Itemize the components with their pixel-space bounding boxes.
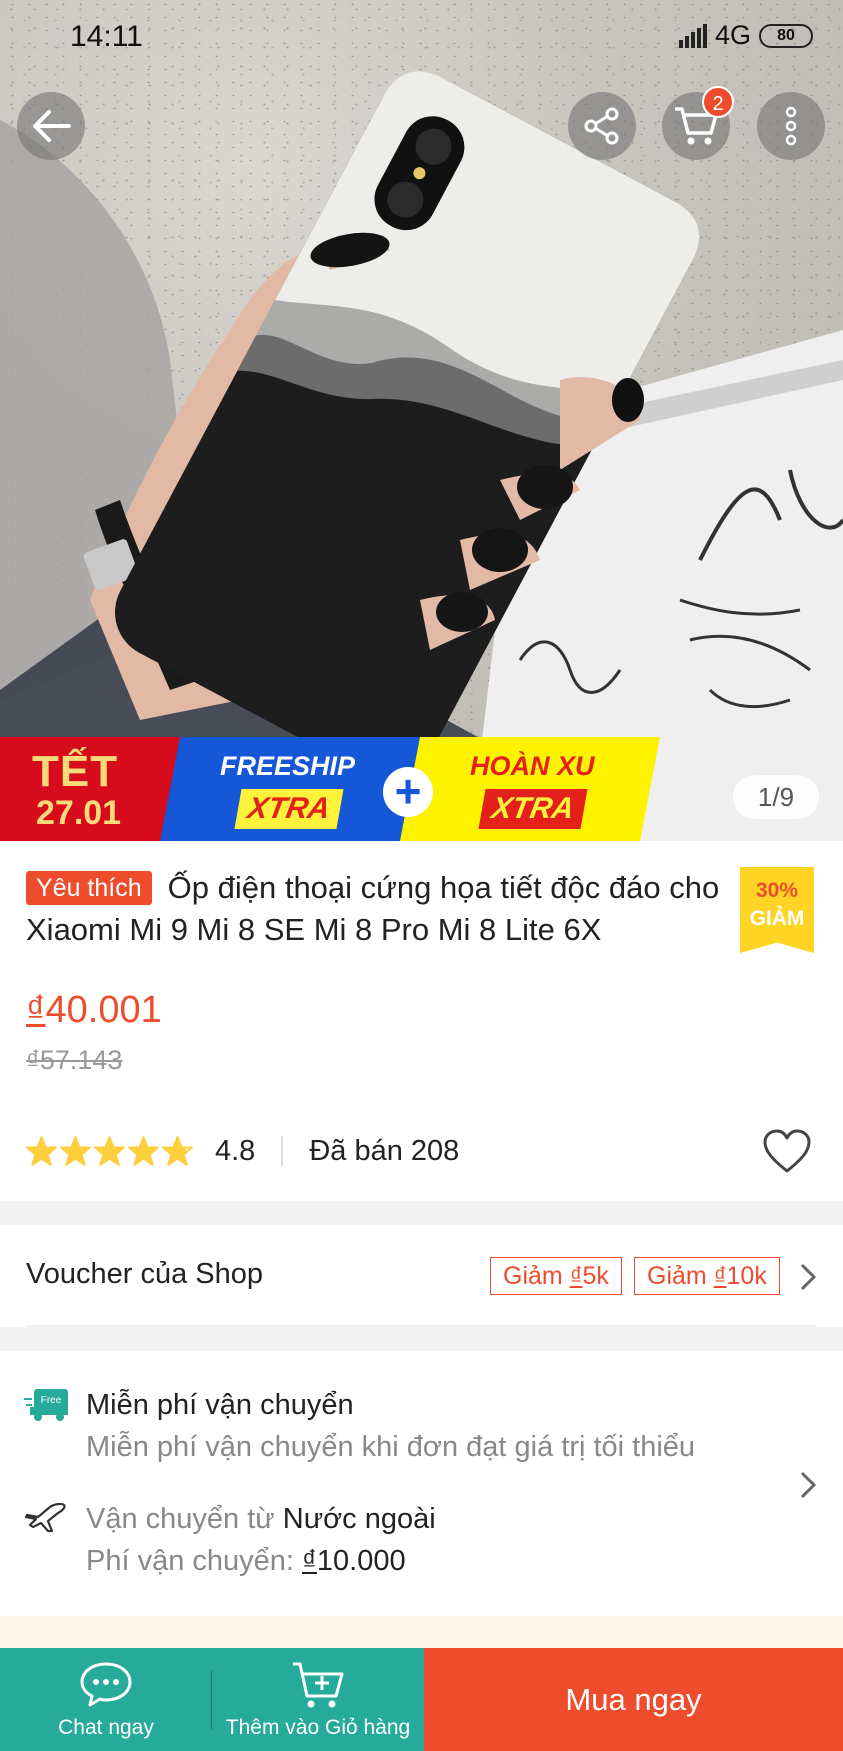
tet-date: 27.01 xyxy=(36,794,122,832)
product-info: Yêu thích Ốp điện thoại cứng họa tiết độc… xyxy=(0,841,843,1201)
shop-voucher-row[interactable]: Voucher của Shop Giảm ₫5k Giảm ₫10k xyxy=(0,1225,843,1325)
heart-icon xyxy=(763,1129,811,1173)
hoanxu-promo: HOÀN XU XTRA xyxy=(400,737,660,841)
free-shipping-truck-icon: Free xyxy=(24,1389,68,1421)
network-type: 4G xyxy=(714,20,751,50)
shipping-fee-value: 10.000 xyxy=(316,1545,406,1577)
voucher-tag[interactable]: Giảm ₫10k xyxy=(634,1257,780,1295)
product-title-block: Yêu thích Ốp điện thoại cứng họa tiết độc… xyxy=(26,867,734,951)
ship-from-label: Vận chuyển từ xyxy=(86,1503,283,1535)
rating-divider xyxy=(281,1136,284,1166)
tet-title: TẾT xyxy=(32,747,119,796)
ship-from: Vận chuyển từ Nước ngoài xyxy=(86,1503,436,1536)
voucher-tag-amount: 10k xyxy=(726,1262,767,1290)
voucher-tag-amount: 5k xyxy=(582,1262,609,1290)
cart-count-badge: 2 xyxy=(702,86,734,118)
free-badge-text: Free xyxy=(41,1395,62,1406)
voucher-label: Voucher của Shop xyxy=(26,1258,264,1290)
chat-bubble-icon xyxy=(80,1662,132,1707)
back-button[interactable] xyxy=(17,92,85,160)
section-gap xyxy=(0,1201,843,1225)
share-icon xyxy=(584,107,619,145)
shipping-fee: Phí vận chuyển: ₫10.000 xyxy=(86,1545,406,1578)
favorite-button[interactable] xyxy=(762,1129,812,1180)
add-to-cart-label: Thêm vào Giỏ hàng xyxy=(225,1716,411,1739)
bottom-action-bar: Chat ngay Thêm vào Giỏ hàng Mua ngay xyxy=(0,1648,843,1751)
star-icon xyxy=(26,1136,57,1166)
price-currency: ₫ xyxy=(26,989,46,1031)
more-vertical-icon xyxy=(785,106,797,146)
shipping-section[interactable]: Free Miễn phí vận chuyển Miễn phí vận ch… xyxy=(0,1351,843,1616)
signal-icon xyxy=(678,23,707,48)
ship-from-value: Nước ngoài xyxy=(282,1503,436,1535)
shipping-fee-currency: ₫ xyxy=(302,1545,317,1577)
freeship-label: FREESHIP xyxy=(220,751,356,781)
voucher-tag-prefix: Giảm xyxy=(647,1262,714,1290)
product-page: 14:11 4G 80 2 TẾT 27.01 FREESHIP XTRA HO… xyxy=(0,0,843,1751)
chat-now-button[interactable]: Chat ngay xyxy=(0,1648,212,1751)
voucher-tag-currency: ₫ xyxy=(713,1262,727,1290)
shipping-fee-label: Phí vận chuyển: xyxy=(86,1545,303,1577)
add-to-cart-button[interactable]: Thêm vào Giỏ hàng xyxy=(212,1648,424,1751)
back-arrow-icon xyxy=(33,110,71,142)
freeship-xtra-label: XTRA xyxy=(234,789,343,829)
chevron-right-icon xyxy=(800,1471,817,1499)
current-price: ₫40.001 xyxy=(26,989,162,1032)
airplane-icon xyxy=(24,1502,66,1533)
freeship-promo: FREESHIP XTRA xyxy=(160,737,420,841)
section-gap xyxy=(0,1327,843,1351)
buy-now-button[interactable]: Mua ngay xyxy=(424,1648,843,1751)
discount-badge: 30% GIẢM xyxy=(740,867,814,953)
chat-now-label: Chat ngay xyxy=(58,1716,154,1739)
more-options-button[interactable] xyxy=(757,92,825,160)
share-button[interactable] xyxy=(568,92,636,160)
voucher-tag-currency: ₫ xyxy=(569,1262,583,1290)
discount-percent: 30% xyxy=(755,879,799,902)
cart-button[interactable]: 2 xyxy=(662,86,734,160)
plus-icon: + xyxy=(383,767,433,817)
status-time: 14:11 xyxy=(70,20,143,53)
product-image-carousel[interactable]: 14:11 4G 80 2 TẾT 27.01 FREESHIP XTRA HO… xyxy=(0,0,843,841)
star-icon xyxy=(162,1136,193,1166)
section-gap xyxy=(0,1616,843,1648)
image-counter: 1/9 xyxy=(733,775,819,819)
free-shipping-desc: Miễn phí vận chuyển khi đơn đạt giá trị … xyxy=(86,1431,696,1463)
voucher-tag[interactable]: Giảm ₫5k xyxy=(490,1257,622,1295)
rating-row[interactable]: 4.8 Đã bán 208 xyxy=(26,1131,459,1171)
rating-stars xyxy=(26,1136,193,1166)
tet-promo: TẾT 27.01 xyxy=(0,737,180,841)
favorite-tag: Yêu thích xyxy=(26,871,152,905)
hoanxu-label: HOÀN XU xyxy=(470,751,595,781)
price-value: 40.001 xyxy=(45,989,162,1031)
original-price: ₫57.143 xyxy=(26,1045,123,1075)
add-to-cart-icon xyxy=(293,1662,344,1708)
star-icon xyxy=(60,1136,91,1166)
discount-label: GIẢM xyxy=(749,907,805,930)
star-icon xyxy=(128,1136,159,1166)
chevron-right-icon xyxy=(800,1263,817,1291)
star-icon xyxy=(94,1136,125,1166)
free-shipping-title: Miễn phí vận chuyển xyxy=(86,1389,354,1421)
sold-count: Đã bán 208 xyxy=(309,1134,460,1167)
rating-score: 4.8 xyxy=(215,1134,256,1167)
battery-icon: 80 xyxy=(759,23,813,48)
voucher-tag-prefix: Giảm xyxy=(503,1262,570,1290)
status-icons: 4G 80 xyxy=(678,20,813,51)
hoanxu-xtra-label: XTRA xyxy=(478,789,587,829)
status-bar: 14:11 4G 80 xyxy=(0,0,843,72)
promo-banner[interactable]: TẾT 27.01 FREESHIP XTRA HOÀN XU XTRA + xyxy=(0,737,843,841)
